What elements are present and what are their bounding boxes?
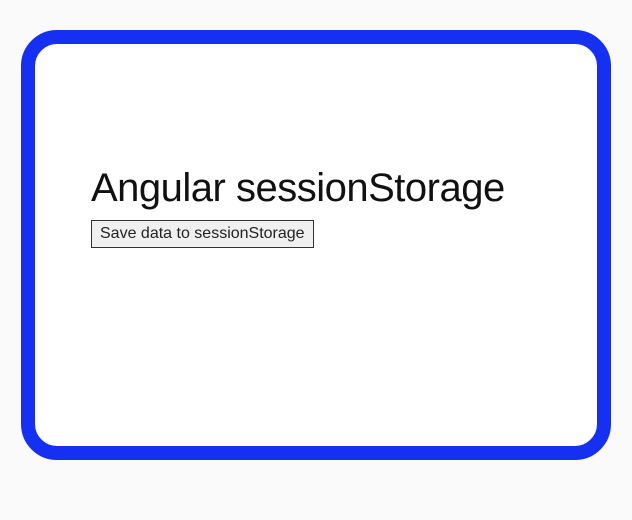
page-title: Angular sessionStorage: [91, 166, 547, 210]
demo-card: Angular sessionStorage Save data to sess…: [21, 30, 611, 460]
save-button[interactable]: Save data to sessionStorage: [91, 220, 314, 248]
card-content: Angular sessionStorage Save data to sess…: [91, 166, 547, 248]
